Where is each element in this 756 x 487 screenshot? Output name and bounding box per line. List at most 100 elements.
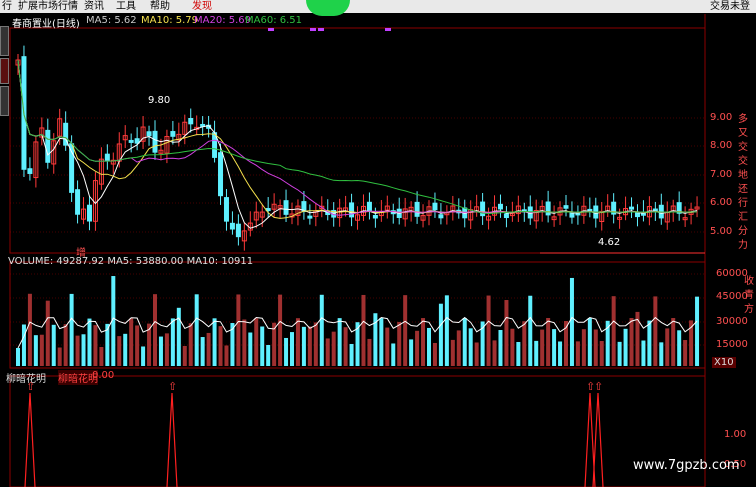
candle-body — [569, 212, 575, 218]
high-price-label: 9.80 — [148, 95, 171, 106]
volume-bar — [659, 342, 664, 366]
marker — [268, 28, 274, 31]
candle-body — [86, 204, 92, 222]
volume-bar — [623, 328, 628, 366]
volume-bar — [385, 327, 390, 366]
volume-header: VOLUME: 49287.92 MA5: 53880.00 MA10: 109… — [8, 256, 254, 267]
volume-tick: 30000 — [716, 316, 748, 327]
candle-body — [170, 131, 176, 137]
side-char: 行 — [738, 198, 748, 209]
side-char: 力 — [738, 240, 748, 251]
volume-bar — [558, 341, 563, 366]
candle-body — [563, 205, 569, 209]
volume-bar — [397, 321, 402, 366]
volume-bar — [158, 336, 163, 366]
side-char: 汇 — [738, 212, 748, 223]
volume-bar — [153, 294, 157, 366]
signal-spike — [166, 392, 178, 487]
volume-bar — [218, 326, 223, 366]
volume-bar — [510, 328, 515, 366]
volume-bar — [391, 343, 396, 366]
side-char: 又 — [738, 128, 748, 139]
stock-title: 春商置业(日线) — [12, 19, 80, 30]
volume-bar — [498, 330, 503, 366]
signal-spike — [24, 392, 36, 487]
volume-bar — [236, 294, 241, 366]
volume-bar — [403, 295, 408, 366]
volume-bar — [278, 294, 283, 366]
volume-bar — [474, 342, 479, 366]
volume-bar — [438, 303, 443, 366]
candle-body — [366, 201, 372, 212]
volume-bar — [427, 327, 431, 366]
side-char: 还 — [738, 184, 748, 195]
kline-chart[interactable]: ⇧ ⇧ ⇧⇧ — [0, 0, 756, 487]
ma60-label: MA60: 6.51 — [245, 15, 303, 26]
candle-body — [497, 203, 503, 210]
volume-bar — [16, 348, 20, 366]
volume-bar — [39, 334, 44, 366]
signal-arrow-icon: ⇧ — [168, 380, 177, 393]
side-char: 收 — [744, 276, 754, 287]
volume-bar — [242, 319, 247, 366]
price-tick: 6.00 — [710, 197, 733, 208]
candle-body — [414, 201, 420, 217]
volume-bar — [379, 318, 384, 366]
side-char: 方 — [744, 304, 754, 315]
price-tick: 9.00 — [710, 112, 733, 123]
volume-bar — [135, 325, 140, 366]
volume-bar — [665, 328, 670, 366]
volume-bar — [182, 345, 187, 366]
marker — [310, 28, 316, 31]
volume-bar — [343, 327, 348, 366]
volume-bar — [444, 295, 449, 366]
indicator-name: 柳暗花明 — [6, 374, 46, 385]
volume-bar — [123, 333, 128, 366]
candle-body — [235, 223, 241, 238]
volume-bar — [683, 340, 688, 366]
volume-bar — [528, 295, 533, 366]
volume-bar — [522, 321, 527, 366]
volume-bar — [248, 332, 253, 366]
volume-bar — [468, 328, 473, 366]
side-char: 交 — [738, 142, 748, 153]
ma20-label: MA20: 5.69 — [194, 15, 252, 26]
volume-bar — [450, 339, 455, 366]
candle-body — [629, 206, 635, 210]
volume-bar — [81, 334, 86, 366]
volume-bar — [206, 332, 211, 366]
volume-bar — [176, 307, 181, 366]
volume-bar — [260, 326, 265, 366]
volume-bar — [409, 339, 414, 366]
volume-bar — [462, 318, 467, 366]
candle-body — [432, 202, 438, 211]
price-tick: 7.00 — [710, 169, 733, 180]
volume-bar — [75, 335, 80, 366]
volume-bar — [200, 337, 205, 366]
volume-bar — [367, 338, 372, 366]
volume-bar — [361, 294, 366, 366]
low-price-label: 4.62 — [598, 237, 621, 248]
signal-arrow-icon: ⇧ — [594, 380, 603, 393]
volume-bar — [647, 320, 652, 366]
volume-bar — [224, 345, 229, 366]
volume-bar — [164, 333, 169, 366]
volume-bar — [295, 318, 300, 366]
volume-tick: 15000 — [716, 339, 748, 350]
volume-bar — [629, 318, 634, 366]
volume-bar — [69, 293, 74, 366]
volume-bar — [93, 325, 98, 366]
side-char: 青 — [744, 290, 754, 301]
marker — [385, 28, 391, 31]
volume-bar — [415, 330, 420, 366]
candle-body — [45, 129, 51, 163]
volume-bar — [57, 347, 62, 366]
volume-bar — [432, 342, 437, 366]
volume-bar — [671, 318, 676, 366]
volume-bar — [117, 336, 122, 366]
candle-body — [104, 153, 110, 162]
volume-bar — [331, 331, 336, 366]
ma-line — [17, 59, 697, 215]
volume-scale-x10[interactable]: X10 — [712, 357, 736, 368]
candle-body — [146, 131, 152, 137]
